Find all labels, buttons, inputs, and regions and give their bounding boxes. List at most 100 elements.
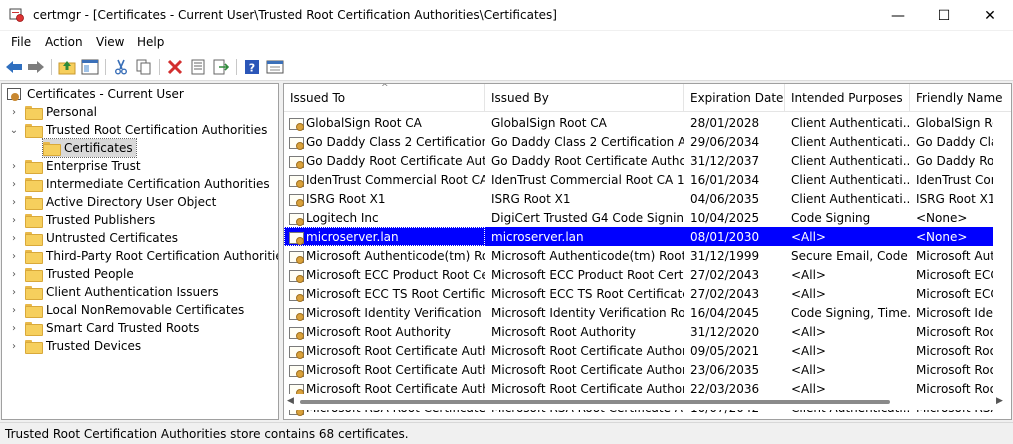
table-cell: Microsoft Root Certificate Auth... — [284, 360, 485, 379]
export-list-icon[interactable] — [211, 57, 231, 77]
column-header-issued-to[interactable]: Issued To — [284, 84, 485, 112]
table-cell: <None> — [910, 227, 993, 246]
tree-item-intermediate[interactable]: Intermediate Certification Authorities — [25, 175, 270, 193]
help-icon[interactable]: ? — [242, 57, 262, 77]
chevron-right-icon[interactable]: › — [9, 229, 19, 247]
chevron-right-icon[interactable]: › — [9, 319, 19, 337]
up-folder-icon[interactable] — [57, 57, 77, 77]
tree-item-enterprise-trust[interactable]: Enterprise Trust — [25, 157, 141, 175]
cell-text: microserver.lan — [306, 229, 399, 244]
cut-icon[interactable] — [111, 57, 131, 77]
maximize-button[interactable]: ☐ — [921, 0, 967, 31]
menu-file[interactable]: File — [11, 35, 31, 49]
menu-view[interactable]: View — [96, 35, 124, 49]
tree-item-smart-card[interactable]: Smart Card Trusted Roots — [25, 319, 199, 337]
tree-item-certificates[interactable]: Certificates — [42, 138, 137, 158]
certificate-icon — [288, 268, 304, 283]
tree-item-client-auth-issuers[interactable]: Client Authentication Issuers — [25, 283, 219, 301]
cell-text: Logitech Inc — [306, 210, 379, 225]
column-header-expiration-date[interactable]: Expiration Date — [684, 84, 785, 112]
horizontal-scrollbar[interactable]: ◀ ▶ — [284, 394, 1011, 410]
table-row[interactable]: IdenTrust Commercial Root CA 1 IdenTrust … — [284, 170, 993, 189]
tree-item-untrusted[interactable]: Untrusted Certificates — [25, 229, 178, 247]
cell-text: Microsoft ECC TS Root Certifica... — [306, 286, 485, 301]
back-arrow-icon[interactable] — [4, 57, 24, 77]
table-cell: microserver.lan — [284, 227, 485, 246]
menu-bar: File Action View Help — [0, 31, 1013, 53]
minimize-button[interactable]: — — [875, 0, 921, 31]
chevron-right-icon[interactable]: › — [9, 175, 19, 193]
table-row[interactable]: Microsoft Root Certificate Auth... Micros… — [284, 341, 993, 360]
table-cell: 31/12/2037 — [684, 151, 785, 170]
table-row[interactable]: Microsoft ECC Product Root Ce... Microsof… — [284, 265, 993, 284]
table-cell: IdenTrust Com — [910, 170, 993, 189]
forward-arrow-icon[interactable] — [26, 57, 46, 77]
table-cell: ISRG Root X1 — [485, 189, 684, 208]
table-row[interactable]: ISRG Root X1 ISRG Root X1 04/06/2035 Client… — [284, 189, 993, 208]
cell-text: Microsoft ECC Product Root Certi... — [491, 267, 684, 282]
table-row[interactable]: Microsoft ECC TS Root Certifica... Micros… — [284, 284, 993, 303]
table-cell: 04/06/2035 — [684, 189, 785, 208]
folder-icon — [25, 196, 43, 210]
table-cell: Microsoft Root Certificate Authori... — [485, 341, 684, 360]
cell-text: Client Authenticati... — [791, 115, 910, 130]
chevron-right-icon[interactable]: › — [9, 301, 19, 319]
chevron-right-icon[interactable]: › — [9, 193, 19, 211]
tree-item-trusted-publishers[interactable]: Trusted Publishers — [25, 211, 155, 229]
table-row[interactable]: Logitech Inc DigiCert Trusted G4 Code Sig… — [284, 208, 993, 227]
cell-text: Go Daddy Root Certificate Auth... — [306, 153, 485, 168]
folder-icon — [25, 178, 43, 192]
tree-item-active-directory[interactable]: Active Directory User Object — [25, 193, 216, 211]
scrollbar-thumb[interactable] — [300, 400, 890, 404]
tree-item-third-party[interactable]: Third-Party Root Certification Authoriti… — [25, 247, 278, 265]
chevron-right-icon[interactable]: › — [9, 337, 19, 355]
tree-item-trusted-root[interactable]: Trusted Root Certification Authorities — [25, 121, 267, 139]
copy-icon[interactable] — [134, 57, 154, 77]
properties-icon[interactable] — [188, 57, 208, 77]
table-cell: 29/06/2034 — [684, 132, 785, 151]
column-header-issued-by[interactable]: Issued By — [485, 84, 684, 112]
menu-action[interactable]: Action — [45, 35, 83, 49]
chevron-right-icon[interactable]: › — [9, 247, 19, 265]
tree-item-personal[interactable]: Personal — [25, 103, 97, 121]
table-row[interactable]: Microsoft Root Certificate Auth... Micros… — [284, 360, 993, 379]
chevron-right-icon[interactable]: › — [9, 211, 19, 229]
cell-text: Go Daddy Root — [916, 153, 993, 168]
table-row[interactable]: Go Daddy Class 2 Certification ... Go Dad… — [284, 132, 993, 151]
tree-item-local-nonremovable[interactable]: Local NonRemovable Certificates — [25, 301, 244, 319]
chevron-right-icon[interactable]: › — [9, 283, 19, 301]
scroll-left-icon[interactable]: ◀ — [287, 396, 294, 406]
table-cell: Microsoft Root Certificate Authori... — [485, 360, 684, 379]
cell-text: Microsoft Root — [916, 324, 993, 339]
cell-text: 08/01/2030 — [690, 229, 760, 244]
table-cell: 09/05/2021 — [684, 341, 785, 360]
tree-root[interactable]: Certificates - Current User — [6, 85, 184, 103]
delete-icon[interactable] — [165, 57, 185, 77]
table-row[interactable]: Microsoft Identity Verification R... Micr… — [284, 303, 993, 322]
table-row[interactable]: Go Daddy Root Certificate Auth... Go Dadd… — [284, 151, 993, 170]
column-header-intended-purposes[interactable]: Intended Purposes — [785, 84, 910, 112]
column-header-friendly-name[interactable]: Friendly Name — [910, 84, 1011, 112]
table-row[interactable]: Microsoft Authenticode(tm) Ro... Microsof… — [284, 246, 993, 265]
tree-item-trusted-devices[interactable]: Trusted Devices — [25, 337, 141, 355]
chevron-down-icon[interactable]: ⌄ — [9, 121, 19, 139]
show-hide-tree-icon[interactable] — [80, 57, 100, 77]
menu-help[interactable]: Help — [137, 35, 164, 49]
scroll-right-icon[interactable]: ▶ — [996, 396, 1003, 406]
close-button[interactable]: ✕ — [967, 0, 1013, 31]
chevron-right-icon[interactable]: › — [9, 103, 19, 121]
folder-icon — [43, 142, 61, 156]
chevron-right-icon[interactable]: › — [9, 157, 19, 175]
console-icon[interactable] — [265, 57, 285, 77]
table-cell: microserver.lan — [485, 227, 684, 246]
table-row[interactable]: GlobalSign Root CA GlobalSign Root CA 28/0… — [284, 113, 993, 132]
table-row[interactable]: microserver.lan microserver.lan 08/01/2030… — [284, 227, 993, 246]
table-row[interactable]: Microsoft Root Authority Microsoft Root A… — [284, 322, 993, 341]
chevron-right-icon[interactable]: › — [9, 265, 19, 283]
cell-text: <None> — [916, 229, 968, 244]
cell-text: Go Daddy Class 2 Certification Au... — [491, 134, 684, 149]
folder-icon — [25, 160, 43, 174]
tree-item-trusted-people[interactable]: Trusted People — [25, 265, 134, 283]
cell-text: Go Daddy Clas — [916, 134, 993, 149]
certmgr-app-icon — [9, 7, 25, 23]
